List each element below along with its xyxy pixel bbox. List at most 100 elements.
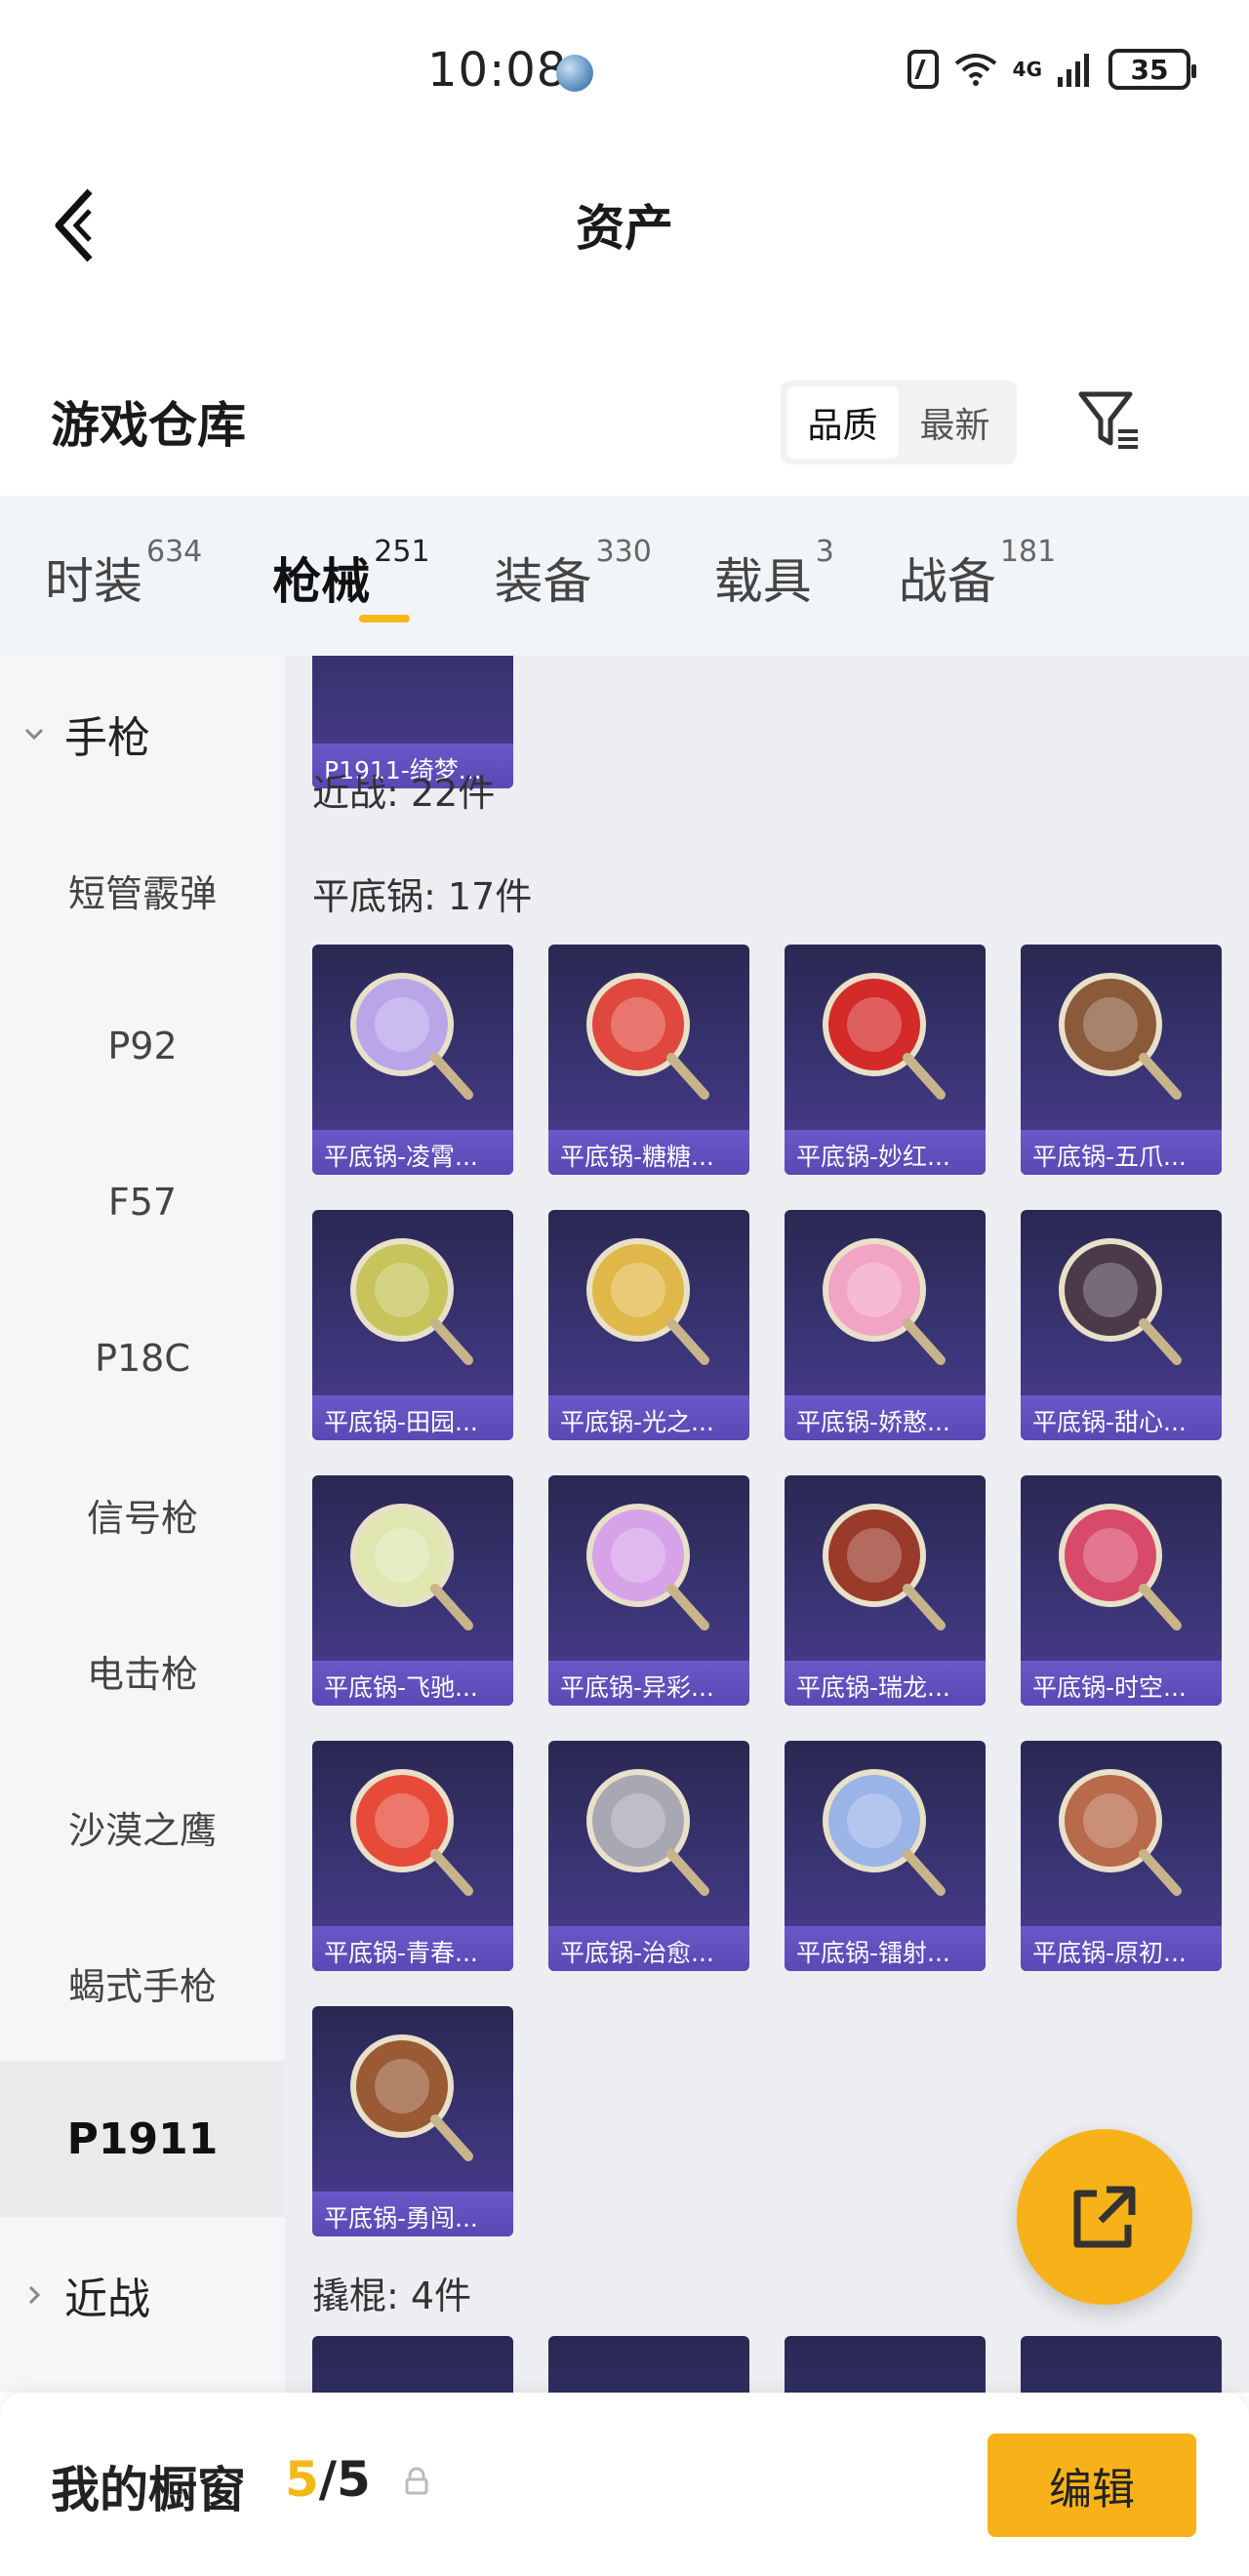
lock-icon bbox=[405, 2467, 428, 2495]
frying-pan-icon bbox=[586, 1238, 709, 1365]
tab-count: 181 bbox=[999, 535, 1057, 569]
battery-indicator: 35 bbox=[1108, 49, 1196, 90]
showcase-total: /5 bbox=[318, 2451, 371, 2508]
frying-pan-icon bbox=[823, 1238, 946, 1365]
item-card[interactable]: 平底锅-青春... bbox=[312, 1741, 513, 1971]
item-card[interactable]: 平底锅-凌霄... bbox=[312, 945, 513, 1175]
tab-label: 装备 bbox=[494, 553, 592, 610]
tab-label: 战备 bbox=[898, 553, 996, 610]
share-button[interactable] bbox=[1017, 2129, 1192, 2305]
item-card-label: 平底锅-青春... bbox=[312, 1926, 513, 1971]
section-header-melee: 近战: 22件 bbox=[312, 772, 496, 815]
edit-button[interactable]: 编辑 bbox=[987, 2434, 1196, 2537]
network-type: 4G bbox=[1012, 58, 1042, 81]
item-card[interactable]: 平底锅-勇闯... bbox=[312, 2006, 513, 2236]
status-time: 10:08 bbox=[427, 43, 568, 98]
item-card-label: 平底锅-凌霄... bbox=[312, 1130, 513, 1175]
item-card[interactable]: 平底锅-时空... bbox=[1021, 1475, 1222, 1706]
sidebar-item[interactable]: P92 bbox=[0, 968, 285, 1124]
frying-pan-icon bbox=[1059, 1504, 1182, 1630]
item-card-label: 平底锅-原初... bbox=[1021, 1926, 1222, 1971]
section-header-pan: 平底锅: 17件 bbox=[312, 875, 533, 918]
item-card[interactable]: 平底锅-原初... bbox=[1021, 1741, 1222, 1971]
item-card-label: 平底锅-异彩... bbox=[548, 1661, 749, 1706]
status-bar: 10:08 4G 35 bbox=[0, 0, 1249, 146]
tab-label: 枪械 bbox=[272, 553, 371, 610]
category-tabs: 时装 634 枪械 251 装备 330 载具 3 战备 181 bbox=[0, 496, 1249, 656]
item-card-label: 平底锅-治愈... bbox=[548, 1926, 749, 1971]
item-card-label: 平底锅-勇闯... bbox=[312, 2192, 513, 2236]
chevron-down-icon bbox=[24, 728, 44, 741]
sidebar-group-pistol[interactable]: 手枪 bbox=[0, 656, 285, 812]
item-card[interactable]: 平底锅-治愈... bbox=[548, 1741, 749, 1971]
item-card-label: 平底锅-镭射... bbox=[785, 1926, 986, 1971]
warehouse-header: 游戏仓库 品质 最新 bbox=[0, 351, 1249, 498]
wifi-icon bbox=[954, 54, 996, 86]
item-card-label: 平底锅-时空... bbox=[1021, 1661, 1222, 1706]
nfc-icon bbox=[907, 50, 939, 89]
item-card[interactable]: 平底锅-镭射... bbox=[785, 1741, 986, 1971]
tab-count: 634 bbox=[146, 535, 203, 569]
tab-label: 时装 bbox=[45, 553, 142, 610]
item-card-label: 平底锅-光之... bbox=[548, 1395, 749, 1440]
globe-icon bbox=[556, 55, 593, 92]
item-card[interactable] bbox=[548, 2336, 749, 2393]
frying-pan-icon bbox=[1059, 973, 1182, 1100]
tab-label: 载具 bbox=[713, 553, 812, 610]
showcase-current: 5 bbox=[285, 2451, 319, 2508]
item-card-label: 平底锅-瑞龙... bbox=[785, 1661, 986, 1706]
item-card-label: 平底锅-五爪... bbox=[1021, 1130, 1222, 1175]
showcase-count: 5/5 bbox=[285, 2451, 371, 2508]
sidebar-item[interactable]: 电击枪 bbox=[0, 1592, 285, 1749]
tab-vehicles[interactable]: 载具 3 bbox=[714, 496, 834, 656]
frying-pan-icon bbox=[586, 973, 709, 1100]
frying-pan-icon bbox=[350, 973, 473, 1100]
sidebar-item-selected[interactable]: P1911 bbox=[0, 2061, 285, 2217]
frying-pan-icon bbox=[350, 1769, 473, 1896]
sidebar-item[interactable]: F57 bbox=[0, 1124, 285, 1280]
header: 资产 bbox=[0, 146, 1249, 302]
sidebar-group-label: 手枪 bbox=[64, 713, 150, 763]
status-icons: 4G 35 bbox=[907, 49, 1196, 90]
item-card[interactable] bbox=[1021, 2336, 1222, 2393]
sidebar-item[interactable]: 短管霰弹 bbox=[0, 812, 285, 968]
frying-pan-icon bbox=[586, 1504, 709, 1630]
sort-newest[interactable]: 最新 bbox=[899, 386, 1011, 459]
item-card[interactable] bbox=[312, 2336, 513, 2393]
item-card[interactable]: 平底锅-甜心... bbox=[1021, 1210, 1222, 1440]
item-card[interactable]: 平底锅-妙红... bbox=[785, 945, 986, 1175]
sidebar: 手枪 短管霰弹 P92 F57 P18C 信号枪 电击枪 沙漠之鹰 蝎式手枪 P… bbox=[0, 656, 285, 2393]
item-card[interactable]: 平底锅-瑞龙... bbox=[785, 1475, 986, 1706]
sidebar-item[interactable]: 蝎式手枪 bbox=[0, 1905, 285, 2061]
sidebar-group-melee[interactable]: 近战 bbox=[0, 2217, 285, 2373]
item-card-label: 平底锅-娇憨... bbox=[785, 1395, 986, 1440]
sidebar-group-label: 近战 bbox=[64, 2274, 150, 2324]
external-link-icon bbox=[1073, 2186, 1136, 2248]
sort-quality[interactable]: 品质 bbox=[786, 386, 899, 459]
item-card[interactable]: 平底锅-糖糖... bbox=[548, 945, 749, 1175]
page-title: 资产 bbox=[576, 200, 673, 257]
filter-icon[interactable] bbox=[1075, 386, 1144, 455]
signal-icon bbox=[1058, 54, 1089, 87]
item-card-label: 平底锅-飞驰... bbox=[312, 1661, 513, 1706]
item-card[interactable]: 平底锅-五爪... bbox=[1021, 945, 1222, 1175]
sidebar-item[interactable]: P18C bbox=[0, 1280, 285, 1436]
item-card-label: 平底锅-妙红... bbox=[785, 1130, 986, 1175]
tab-fashion[interactable]: 时装 634 bbox=[45, 496, 202, 656]
item-card[interactable]: 平底锅-飞驰... bbox=[312, 1475, 513, 1706]
frying-pan-icon bbox=[350, 1238, 473, 1365]
tab-equipment[interactable]: 装备 330 bbox=[495, 496, 652, 656]
frying-pan-icon bbox=[823, 1769, 946, 1896]
tab-weapons[interactable]: 枪械 251 bbox=[272, 496, 429, 656]
item-card[interactable]: 平底锅-异彩... bbox=[548, 1475, 749, 1706]
item-card[interactable]: 平底锅-田园... bbox=[312, 1210, 513, 1440]
tab-supplies[interactable]: 战备 181 bbox=[899, 496, 1056, 656]
sidebar-item[interactable]: 沙漠之鹰 bbox=[0, 1749, 285, 1905]
item-card[interactable]: 平底锅-光之... bbox=[548, 1210, 749, 1440]
item-card-label: 平底锅-甜心... bbox=[1021, 1395, 1222, 1440]
item-card[interactable]: 平底锅-娇憨... bbox=[785, 1210, 986, 1440]
sidebar-item[interactable]: 信号枪 bbox=[0, 1436, 285, 1592]
chevron-right-icon bbox=[28, 2285, 41, 2305]
frying-pan-icon bbox=[350, 1504, 473, 1630]
item-card[interactable] bbox=[785, 2336, 986, 2393]
